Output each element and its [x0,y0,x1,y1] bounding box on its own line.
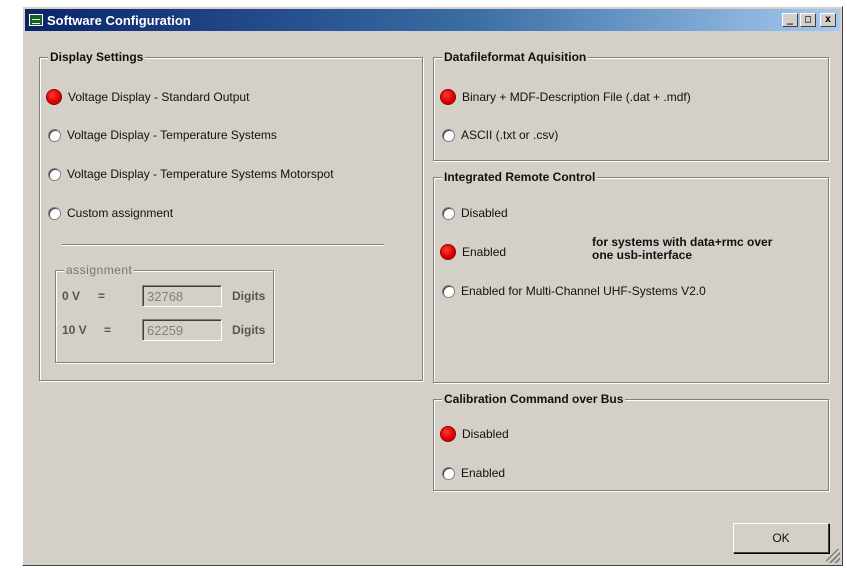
radio-label: Voltage Display - Standard Output [68,90,250,104]
radio-indicator [48,128,61,142]
radio-binary-mdf[interactable]: Binary + MDF-Description File (.dat + .m… [440,89,691,105]
ten-volt-equals: = [104,323,112,337]
radio-custom-assignment[interactable]: Custom assignment [48,206,173,220]
radio-indicator [442,284,455,298]
ok-button[interactable]: OK [733,523,829,553]
radio-label: Binary + MDF-Description File (.dat + .m… [462,90,691,104]
app-icon [29,14,43,26]
datafile-format-group: Datafileformat Aquisition Binary + MDF-D… [433,50,829,161]
assignment-group: assignment 0 V = Digits 10 V = Digits [55,263,274,363]
radio-remote-multichannel-uhf[interactable]: Enabled for Multi-Channel UHF-Systems V2… [442,284,706,298]
radio-voltage-temperature-motorspot[interactable]: Voltage Display - Temperature Systems Mo… [48,167,334,181]
radio-label: Enabled [462,245,507,259]
radio-indicator [442,206,455,220]
radio-label: Voltage Display - Temperature Systems [67,128,277,142]
remote-note-line-2: one usb-interface [592,248,693,262]
radio-voltage-temperature-systems[interactable]: Voltage Display - Temperature Systems [48,128,277,142]
radio-label: Enabled [461,466,506,480]
close-button[interactable]: x [820,13,836,27]
software-configuration-window: Software Configuration _ □ x Display Set… [22,6,843,566]
datafile-format-title: Datafileformat Aquisition [442,50,589,64]
radio-selected-indicator [440,426,456,442]
minimize-button[interactable]: _ [782,13,798,27]
radio-indicator [48,167,61,181]
radio-selected-indicator [440,244,456,260]
zero-volt-digits-field[interactable] [142,285,222,307]
window-title: Software Configuration [47,12,191,28]
ten-volt-label: 10 V [62,323,87,337]
display-settings-title: Display Settings [48,50,146,64]
radio-label: Voltage Display - Temperature Systems Mo… [67,167,334,181]
radio-selected-indicator [46,89,62,105]
radio-voltage-standard-output[interactable]: Voltage Display - Standard Output [46,89,249,105]
zero-volt-label: 0 V [62,289,81,303]
radio-label: ASCII (.txt or .csv) [461,128,559,142]
separator [62,244,384,246]
radio-label: Disabled [461,206,508,220]
radio-selected-indicator [440,89,456,105]
radio-calibration-disabled[interactable]: Disabled [440,426,509,442]
radio-indicator [442,466,455,480]
remote-enabled-note: for systems with data+rmc over one usb-i… [592,236,772,262]
display-settings-group: Display Settings Voltage Display - Stand… [39,50,423,381]
radio-label: Custom assignment [67,206,174,220]
radio-ascii[interactable]: ASCII (.txt or .csv) [442,128,558,142]
radio-indicator [48,206,61,220]
resize-grip-icon[interactable] [826,549,840,563]
radio-remote-enabled[interactable]: Enabled [440,244,506,260]
ten-volt-unit: Digits [232,323,266,337]
assignment-title: assignment [64,263,135,277]
calibration-command-title: Calibration Command over Bus [442,392,626,406]
zero-volt-unit: Digits [232,289,266,303]
radio-calibration-enabled[interactable]: Enabled [442,466,505,480]
ten-volt-digits-field[interactable] [142,319,222,341]
radio-label: Enabled for Multi-Channel UHF-Systems V2… [461,284,706,298]
calibration-command-group: Calibration Command over Bus Disabled En… [433,392,829,491]
title-bar[interactable]: Software Configuration _ □ x [25,9,840,31]
radio-remote-disabled[interactable]: Disabled [442,206,508,220]
maximize-button[interactable]: □ [800,13,816,27]
radio-indicator [442,128,455,142]
zero-volt-equals: = [98,289,106,303]
remote-control-group: Integrated Remote Control Disabled Enabl… [433,170,829,383]
radio-label: Disabled [462,427,509,441]
remote-control-title: Integrated Remote Control [442,170,598,184]
